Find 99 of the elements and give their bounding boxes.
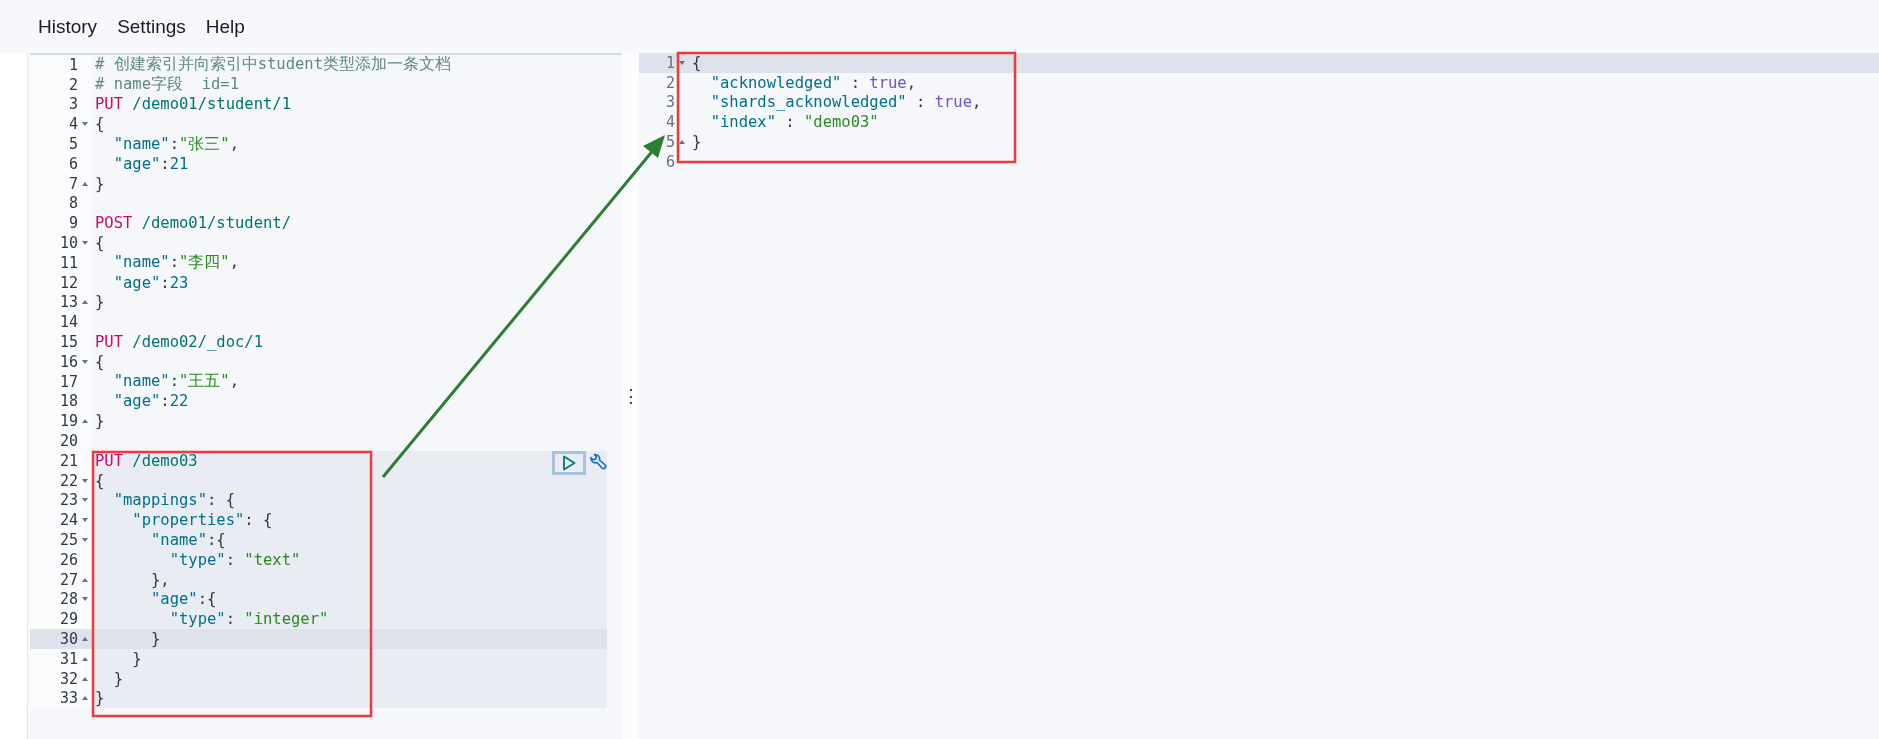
code-line: } [94,412,105,431]
fold-caret-icon[interactable] [82,122,88,127]
line-number: 7 [68,174,78,193]
menu-item[interactable]: Help [205,15,245,38]
code-line: PUT /demo03 [94,451,198,470]
code-line: PUT /demo02/_doc/1 [94,333,263,352]
line-number: 25 [59,531,78,549]
line-number: 9 [68,214,78,233]
line-number: 8 [68,194,78,213]
fold-caret-icon[interactable] [82,181,88,186]
code-line: "type": "text" [168,550,301,569]
line-number: 19 [59,412,78,431]
code-line: "index" : "demo03" [709,113,879,132]
menu-item[interactable]: History [38,15,98,38]
fold-caret-icon[interactable] [82,300,88,305]
play-button[interactable] [552,451,586,475]
line-number: 27 [59,570,78,589]
menu-item[interactable]: Settings [117,15,186,38]
code-line: "age":21 [112,154,189,173]
code-line: } [94,293,105,312]
code-line: } [94,174,105,193]
line-number: 12 [59,273,78,292]
code-line: }, [150,570,170,589]
fold-caret-icon[interactable] [82,419,88,424]
line-number: 23 [59,491,78,510]
fold-caret-icon[interactable] [82,656,88,661]
line-number: 29 [59,610,78,629]
line-number: 15 [59,333,78,352]
fold-caret-icon[interactable] [82,577,88,582]
line-number: 2 [665,73,675,92]
line-number: 21 [59,451,78,470]
code-line: { [94,352,105,371]
line-number: 30 [59,630,78,648]
code-line: { [94,471,105,490]
code-line: } [94,689,105,708]
line-number: 20 [59,432,78,451]
code-line: PUT /demo01/student/1 [94,95,291,114]
line-number: 5 [665,133,675,152]
fold-caret-icon[interactable] [82,696,88,701]
code-line: "name":"王五", [112,371,239,393]
line-number: 3 [68,95,78,114]
code-line: "type": "integer" [168,610,329,629]
line-number: 31 [59,649,78,668]
line-number: 2 [68,75,78,94]
line-number: 1 [665,53,675,72]
code-line: "mappings": { [112,491,235,510]
line-number: 4 [665,113,675,132]
line-number: 16 [59,352,78,371]
code-line: "age":23 [112,273,189,292]
code-line: "age":22 [112,392,189,411]
code-line: } [131,649,142,668]
fold-caret-icon[interactable] [679,60,685,65]
code-line: "name":"李四", [112,252,239,274]
line-number: 32 [59,669,78,688]
line-number: 22 [59,471,78,490]
code-line: "acknowledged" : true, [709,73,916,92]
line-number: 6 [665,152,675,171]
fold-caret-icon[interactable] [679,140,685,145]
resizer-handle[interactable]: ⋮ [621,385,640,407]
line-number: 13 [59,293,78,312]
line-number: 11 [59,253,78,272]
fold-caret-icon[interactable] [82,241,88,246]
fold-caret-icon[interactable] [82,597,88,602]
line-number: 1 [68,55,78,74]
line-number: 26 [59,550,78,569]
code-line: # 创建索引并向索引中student类型添加一条文档 [94,54,451,75]
fold-caret-icon[interactable] [82,478,88,483]
line-number: 3 [665,93,675,112]
code-line: POST /demo01/student/ [94,214,291,233]
fold-caret-icon[interactable] [82,518,88,523]
code-line: "shards_acknowledged" : true, [709,93,982,112]
code-line: { [94,234,105,253]
code-line: "name":{ [150,531,226,549]
fold-caret-icon[interactable] [82,676,88,681]
code-line: # name字段 id=1 [94,74,239,96]
play-icon [562,455,576,471]
line-number: 6 [68,154,78,173]
line-number: 14 [59,313,78,332]
fold-caret-icon[interactable] [82,359,88,364]
code-line: } [691,133,702,152]
code-line: "age":{ [150,590,217,609]
fold-caret-icon[interactable] [82,637,88,641]
line-number: 18 [59,392,78,411]
code-line: "name":"张三", [112,133,239,155]
line-number: 5 [68,135,78,154]
line-number: 28 [59,590,78,609]
code-line: { [94,115,105,134]
code-line: } [150,630,161,648]
fold-caret-icon[interactable] [82,498,88,503]
code-line: { [691,53,702,72]
line-number: 33 [59,689,78,708]
line-number: 24 [59,511,78,530]
code-line: } [112,669,123,688]
wrench-icon[interactable] [588,453,608,473]
line-number: 17 [59,372,78,391]
line-number: 10 [59,234,78,253]
fold-caret-icon[interactable] [82,538,88,542]
code-line: "properties": { [131,511,273,530]
line-number: 4 [68,115,78,134]
